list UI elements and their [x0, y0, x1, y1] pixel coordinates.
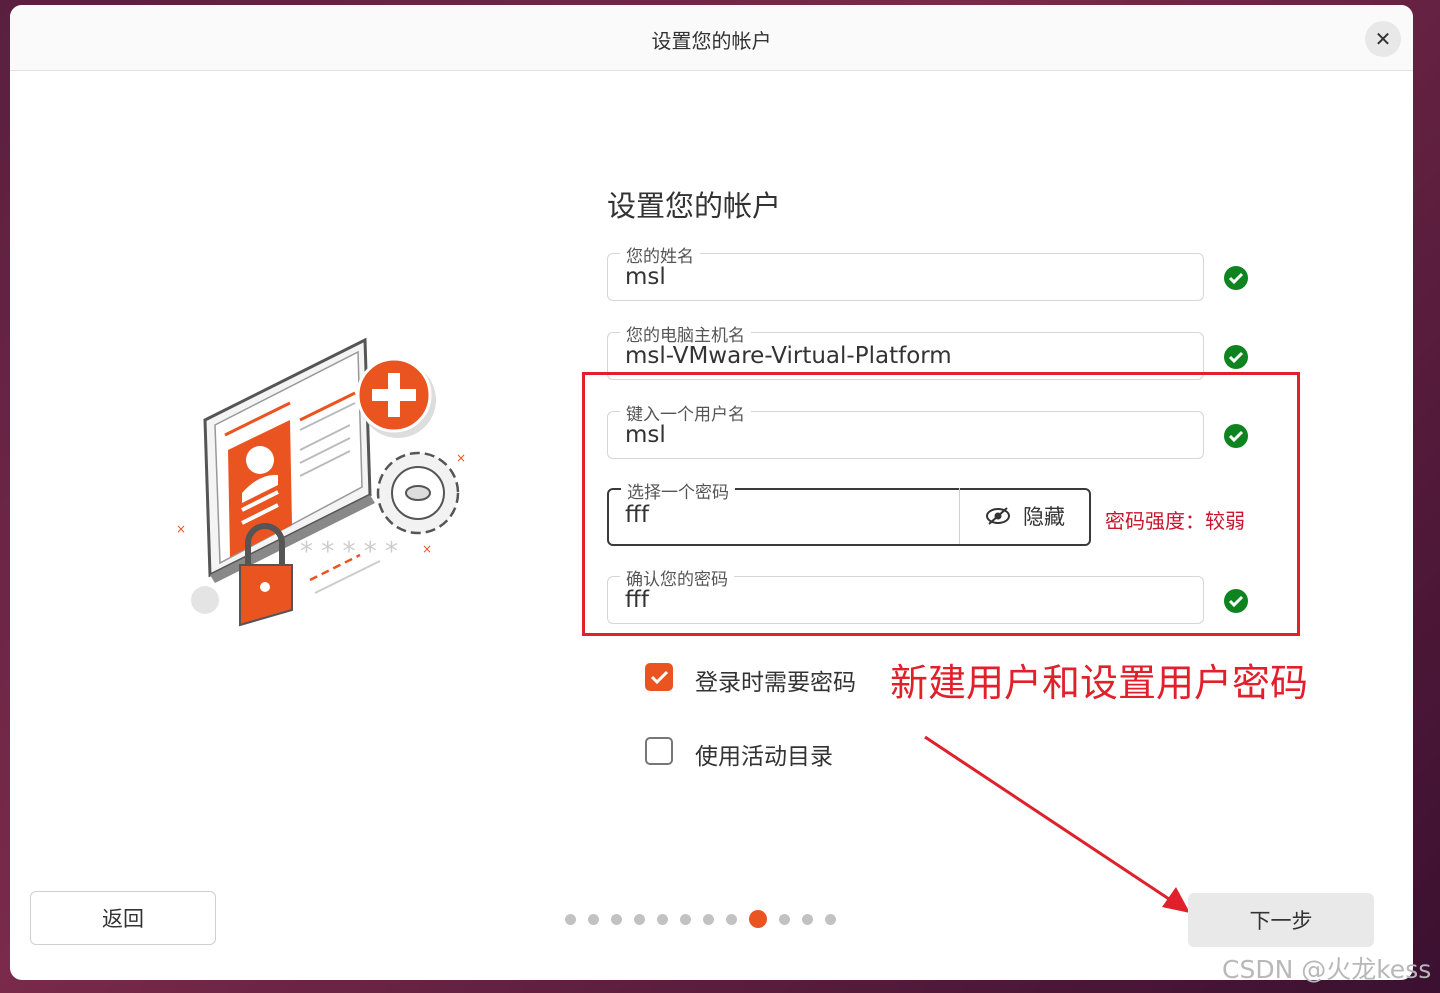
annotation-text: 新建用户和设置用户密码 — [890, 661, 1309, 705]
active-directory-checkbox[interactable] — [645, 737, 673, 765]
step-dot — [588, 913, 599, 925]
plus-badge-graphic — [356, 357, 436, 438]
account-illustration: * * * * * × × × — [176, 337, 466, 627]
require-password-checkbox[interactable] — [645, 663, 673, 691]
svg-text:* * * * *: * * * * * — [300, 537, 398, 567]
step-dot — [657, 913, 668, 925]
svg-text:×: × — [456, 451, 466, 465]
titlebar: 设置您的帐户 ✕ — [10, 5, 1413, 71]
full-name-value: msl — [625, 264, 666, 290]
step-dot — [703, 913, 714, 925]
active-directory-label[interactable]: 使用活动目录 — [695, 737, 833, 771]
require-password-label[interactable]: 登录时需要密码 — [695, 663, 856, 697]
next-button[interactable]: 下一步 — [1188, 893, 1374, 947]
step-dot — [726, 913, 737, 925]
full-name-field[interactable]: 您的姓名 msl — [607, 242, 1204, 301]
checkmark-icon — [650, 670, 669, 685]
svg-text:×: × — [176, 522, 186, 536]
close-icon: ✕ — [1374, 28, 1392, 51]
step-dot — [611, 913, 622, 925]
hostname-value: msl-VMware-Virtual-Platform — [625, 343, 952, 369]
step-dot — [802, 913, 813, 925]
step-indicator — [565, 910, 836, 928]
svg-text:×: × — [422, 542, 432, 556]
gear-graphic — [376, 451, 460, 535]
step-dot — [634, 913, 645, 925]
watermark: CSDN @火龙kess — [1222, 955, 1432, 984]
annotation-arrow — [924, 735, 1190, 913]
step-dot — [825, 913, 836, 925]
check-circle-icon — [1224, 345, 1248, 369]
page-heading: 设置您的帐户 — [607, 189, 782, 223]
close-button[interactable]: ✕ — [1365, 21, 1401, 57]
password-dots-graphic: * * * * * — [300, 537, 398, 594]
back-button[interactable]: 返回 — [30, 891, 216, 945]
step-dot — [565, 913, 576, 925]
step-dot — [680, 913, 691, 925]
step-dot-current — [749, 910, 767, 928]
annotation-highlight-box — [582, 372, 1300, 636]
check-circle-icon — [1224, 266, 1248, 290]
step-dot — [779, 913, 790, 925]
window-title: 设置您的帐户 — [651, 29, 772, 53]
